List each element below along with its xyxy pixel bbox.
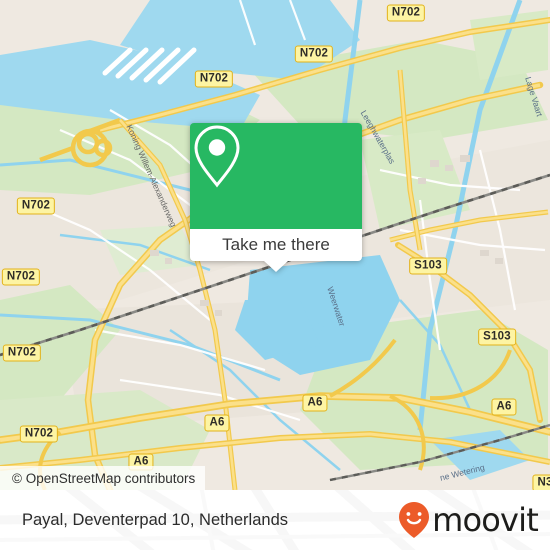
address-text: Payal, Deventerpad 10, Netherlands [22, 510, 288, 529]
osm-attribution-text: © OpenStreetMap contributors [12, 470, 196, 486]
road-shield: A6 [302, 394, 328, 412]
road-shield: N3 [532, 474, 550, 490]
road-shield: N702 [194, 70, 234, 88]
road-shield: N702 [386, 4, 426, 22]
road-shield: S103 [478, 328, 516, 346]
road-shield: N702 [2, 344, 42, 362]
take-me-there-label: Take me there [222, 235, 330, 254]
footer-bar: Payal, Deventerpad 10, Netherlands moovi… [0, 490, 550, 550]
road-shield: N702 [294, 45, 334, 63]
callout-action-panel[interactable]: Take me there [190, 229, 362, 261]
callout-pointer [264, 261, 288, 272]
map-pin-icon [194, 125, 240, 188]
road-shield: N702 [16, 197, 56, 215]
road-shield: N702 [19, 425, 59, 443]
moovit-brand[interactable]: moovit [396, 500, 539, 540]
moovit-pin-smiley-icon [399, 502, 430, 538]
road-shield: N702 [1, 268, 41, 286]
moovit-wordmark: moovit [432, 501, 539, 539]
map-canvas[interactable]: N702 N702 N702 N702 N702 N702 N702 S103 S103 A6 A6… [0, 0, 550, 490]
location-callout-card[interactable]: Take me there [190, 123, 362, 272]
road-shield: A6 [491, 398, 517, 416]
road-shield: A6 [204, 414, 230, 432]
osm-attribution[interactable]: © OpenStreetMap contributors [0, 466, 206, 490]
road-shield: S103 [409, 257, 447, 275]
callout-icon-panel [190, 123, 362, 229]
moovit-map-share-card: N702 N702 N702 N702 N702 N702 N702 S103 S103 A6 A6… [0, 0, 550, 550]
